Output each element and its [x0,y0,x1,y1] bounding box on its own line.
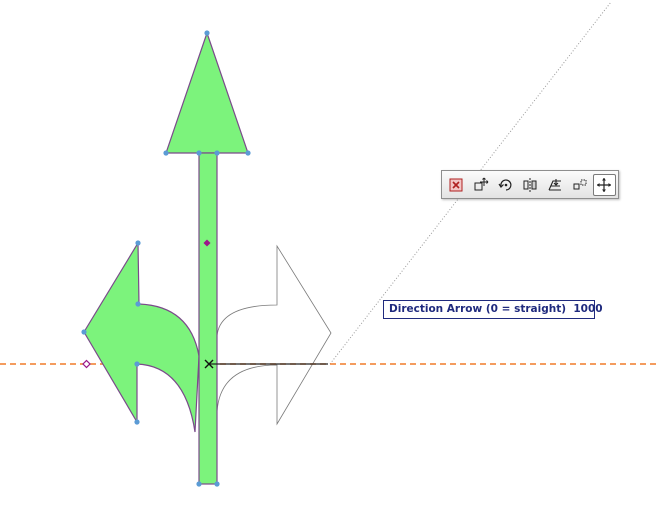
ghost-right-arrow-outline [216,244,332,426]
readout-label: Direction Arrow (0 = straight) [389,303,567,315]
move-node-icon [474,177,489,190]
edit-hotspot[interactable] [82,359,91,369]
multiply-icon [573,179,587,189]
hotspot[interactable] [134,361,140,367]
hotspot[interactable] [214,150,220,156]
multiply-button[interactable] [569,174,591,196]
left-turn-arrow-shape[interactable] [83,240,200,433]
drag-icon [597,177,612,192]
hotspot[interactable] [81,329,87,335]
move-node-button[interactable] [470,174,492,196]
rotate-icon [498,178,511,191]
mirror-icon [523,177,537,192]
hotspot[interactable] [214,481,220,487]
hotspot[interactable] [196,150,202,156]
readout-value[interactable]: 1000 [573,303,602,315]
close-icon [449,178,463,191]
hotspot[interactable] [204,30,210,36]
pet-palette-toolbar [441,170,619,199]
tracker-readout: Direction Arrow (0 = straight) 1000 [383,300,603,319]
hotspot[interactable] [163,150,169,156]
close-toolbar-button[interactable] [445,174,467,196]
hotspot[interactable] [134,419,140,425]
drag-button[interactable] [593,173,616,196]
elevate-icon [548,178,561,191]
straight-arrow-shaft[interactable] [198,152,218,485]
elevate-button[interactable] [544,174,566,196]
hotspot[interactable] [196,481,202,487]
rotate-button[interactable] [494,174,516,196]
drawing-canvas[interactable] [0,0,656,507]
hotspot[interactable] [135,240,141,246]
mirror-button[interactable] [519,174,541,196]
hotspot[interactable] [135,301,141,307]
hotspot[interactable] [245,150,251,156]
straight-arrow-head[interactable] [165,31,249,154]
